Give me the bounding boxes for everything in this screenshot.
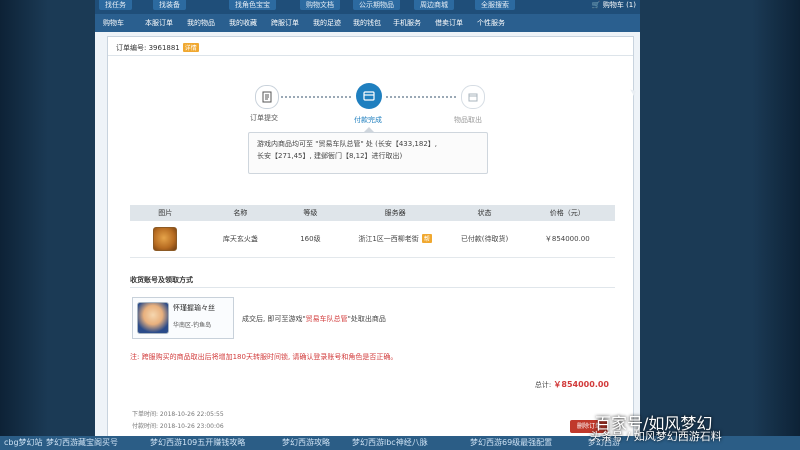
step-pickup-label: 物品取出 xyxy=(454,116,482,124)
cart-link[interactable]: 🛒 购物车 (1) xyxy=(592,0,636,10)
subnav-my-items[interactable]: 我的物品 xyxy=(187,14,215,32)
table-header-row: 图片 名称 等级 服务器 状态 价格（元） xyxy=(130,205,615,221)
top-tab-1[interactable]: 找装备 xyxy=(153,0,186,10)
top-tab-3[interactable]: 购物文档 xyxy=(300,0,340,10)
subnav-cross-server[interactable]: 跨服订单 xyxy=(271,14,299,32)
cart-label: 购物车 xyxy=(602,1,624,9)
pickup-npc: 贸易车队总管 xyxy=(305,315,348,323)
step-submit-label: 订单提交 xyxy=(250,114,278,122)
subnav-orders[interactable]: 本服订单 xyxy=(145,14,173,32)
bottom-link-3[interactable]: 梦幻西游攻略 xyxy=(282,436,330,450)
avatar xyxy=(137,302,169,334)
subnav-sell-orders[interactable]: 借卖订单 xyxy=(435,14,463,32)
total-label: 总计: xyxy=(534,381,552,389)
pickup-tooltip: 游戏内商品均可至 "贸易车队总管" 处 (长安【433,182】, 长安【271… xyxy=(248,127,488,174)
pickup-prefix: 成交后, 即可至游戏" xyxy=(242,315,306,323)
col-price: 价格（元） xyxy=(519,205,615,221)
top-tab-4[interactable]: 公示期物品 xyxy=(353,0,400,10)
table-row: 库天玄火盏 160级 浙江1区一西柳老街帮 已付款(待取货) ￥854000.0… xyxy=(130,221,615,258)
subnav-history[interactable]: 我的足迹 xyxy=(313,14,341,32)
step-paid-icon xyxy=(356,83,382,109)
item-price: ￥854000.00 xyxy=(519,221,615,258)
total-amount: ￥854000.00 xyxy=(553,380,609,389)
subnav-personal[interactable]: 个性服务 xyxy=(477,14,505,32)
order-total: 总计: ￥854000.00 xyxy=(535,379,609,390)
sub-nav: 购物车 本服订单 我的物品 我的收藏 跨服订单 我的足迹 我的钱包 手机服务 借… xyxy=(95,14,640,32)
divider xyxy=(108,55,633,56)
col-name: 名称 xyxy=(200,205,281,221)
bottom-link-5[interactable]: 梦幻西游69级最强配置 xyxy=(470,436,552,450)
pickup-suffix: "处取出商品 xyxy=(347,315,386,323)
order-time: 下单时间: 2018-10-26 22:05:55 xyxy=(132,411,224,418)
step-submit-icon xyxy=(255,85,279,109)
col-image: 图片 xyxy=(130,205,201,221)
step-pickup-icon xyxy=(461,85,485,109)
watermark-toutiao: 头条号 / 如风梦幻西游石料 xyxy=(590,430,722,443)
bottom-link-1[interactable]: 梦幻西游藏宝阁买号 xyxy=(46,436,118,450)
divider xyxy=(130,287,615,288)
top-tab-6[interactable]: 全服搜索 xyxy=(475,0,515,10)
server-badge: 帮 xyxy=(421,234,432,243)
step-connector-1 xyxy=(281,96,351,98)
item-name[interactable]: 库天玄火盏 xyxy=(200,221,281,258)
top-tab-5[interactable]: 周边商城 xyxy=(414,0,454,10)
item-thumbnail[interactable] xyxy=(153,227,178,251)
bottom-link-4[interactable]: 梦幻西游lbc神经八脉 xyxy=(352,436,428,450)
tooltip-line-1: 游戏内商品均可至 "贸易车队总管" 处 (长安【433,182】, xyxy=(257,140,438,148)
order-number-text: 订单编号: 3961881 xyxy=(116,44,180,52)
step-paid-label: 付款完成 xyxy=(354,116,382,124)
col-status: 状态 xyxy=(449,205,520,221)
cart-icon: 🛒 xyxy=(591,1,601,9)
step-connector-2 xyxy=(386,96,456,98)
receive-section-title: 收货账号及领取方式 xyxy=(130,276,193,284)
character-name: 怀瑾握瑜々丝 xyxy=(173,304,215,312)
order-detail-badge[interactable]: 详情 xyxy=(182,43,199,52)
top-tab-0[interactable]: 找任务 xyxy=(99,0,132,10)
order-panel: 订单编号: 3961881 详情 订单提交 付款完成 物品取出 游戏内商品均可至 … xyxy=(107,36,634,440)
subnav-mobile[interactable]: 手机服务 xyxy=(393,14,421,32)
pay-time: 付款时间: 2018-10-26 23:00:06 xyxy=(132,423,224,430)
subnav-wallet[interactable]: 我的钱包 xyxy=(353,14,381,32)
subnav-favorites[interactable]: 我的收藏 xyxy=(229,14,257,32)
order-items-table: 图片 名称 等级 服务器 状态 价格（元） 库天玄火盏 160级 浙江1区一西柳… xyxy=(130,205,615,258)
order-number: 订单编号: 3961881 详情 xyxy=(116,43,199,53)
cross-server-warning: 注: 跨服购买的商品取出后将增加180天转服时间锁, 请确认登录账号和角色是否正… xyxy=(130,353,398,361)
top-nav: 找任务 找装备 找角色宝宝 购物文档 公示期物品 周边商城 全服搜索 🛒 购物车… xyxy=(95,0,640,14)
tooltip-line-2: 长安【271,45】, 建邺衙门【8,12】进行取出) xyxy=(257,152,403,160)
cart-count: (1) xyxy=(626,1,636,9)
browser-screen: 找任务 找装备 找角色宝宝 购物文档 公示期物品 周边商城 全服搜索 🛒 购物车… xyxy=(95,0,640,440)
character-server: 华南区-钓鱼岛 xyxy=(173,322,212,329)
item-server: 浙江1区一西柳老街帮 xyxy=(340,221,450,258)
item-server-text: 浙江1区一西柳老街 xyxy=(358,235,419,243)
item-level: 160级 xyxy=(280,221,341,258)
bottom-link-2[interactable]: 梦幻西游109五开赚钱攻略 xyxy=(150,436,245,450)
pickup-instructions: 成交后, 即可至游戏"贸易车队总管"处取出商品 xyxy=(242,314,386,324)
bottom-link-0[interactable]: cbg梦幻站 xyxy=(4,436,43,450)
receiving-character-card[interactable]: 怀瑾握瑜々丝 华南区-钓鱼岛 xyxy=(132,297,234,339)
col-server: 服务器 xyxy=(340,205,450,221)
subnav-cart[interactable]: 购物车 xyxy=(103,14,124,32)
item-status: 已付款(待取货) xyxy=(449,221,520,258)
col-level: 等级 xyxy=(280,205,341,221)
top-tab-2[interactable]: 找角色宝宝 xyxy=(229,0,276,10)
